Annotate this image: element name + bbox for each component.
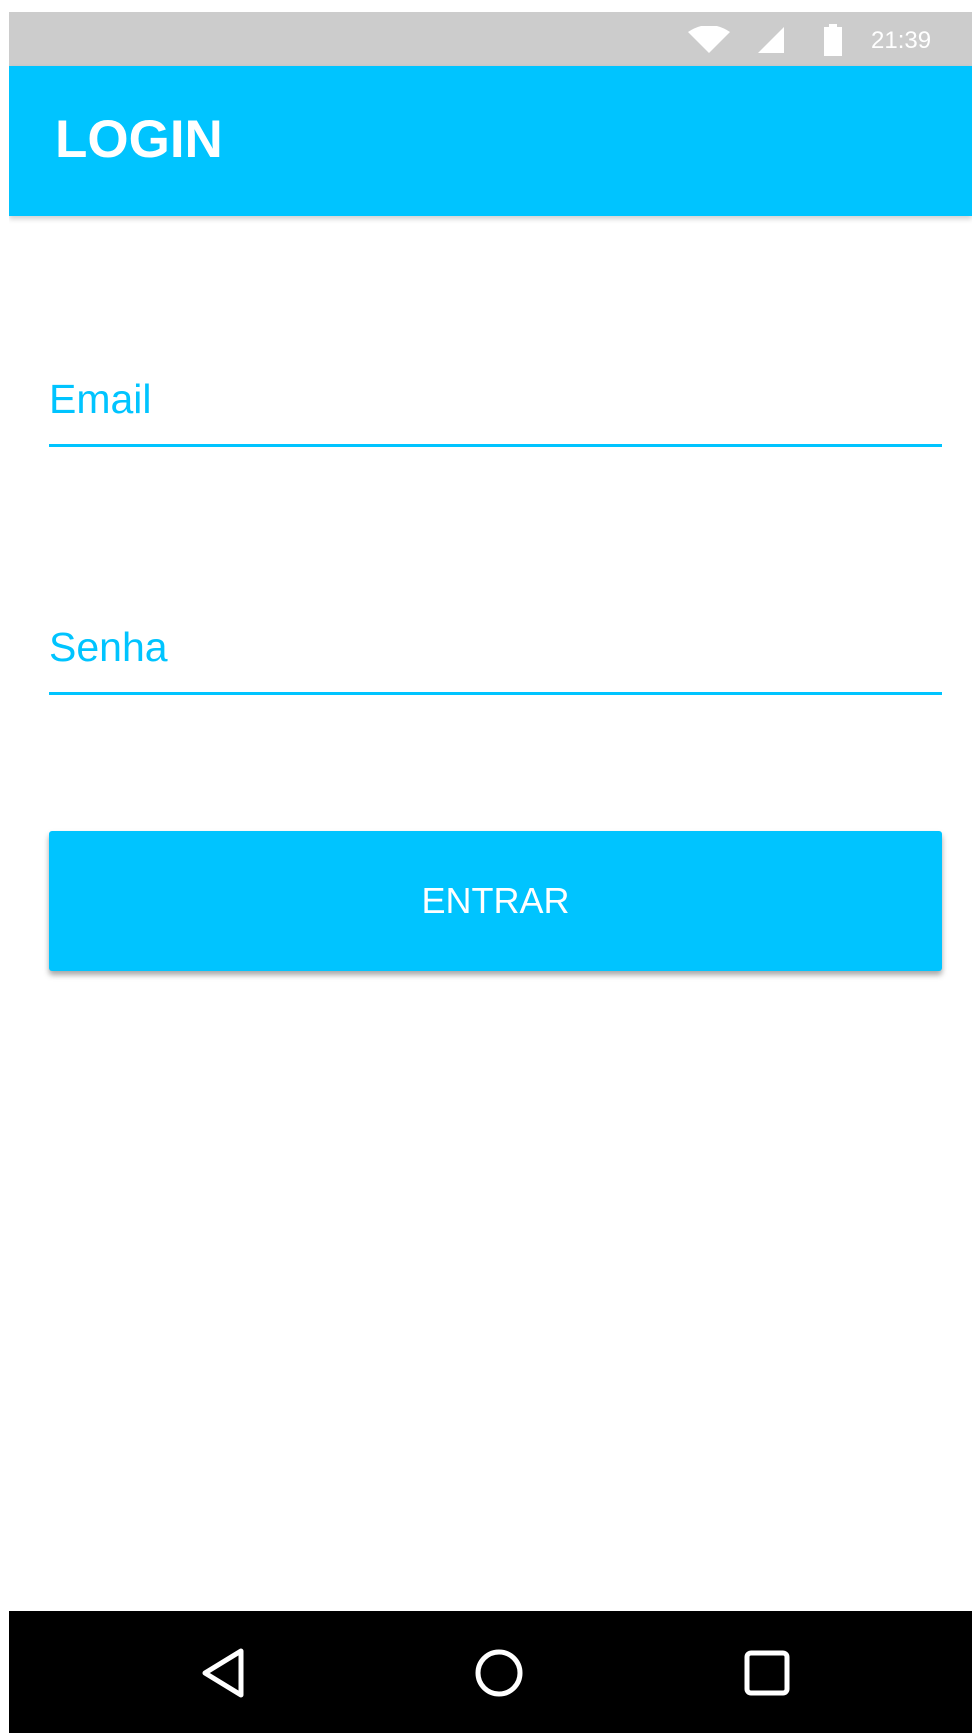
password-underline bbox=[49, 692, 942, 695]
home-icon[interactable] bbox=[467, 1641, 531, 1705]
email-placeholder: Email bbox=[49, 376, 152, 422]
login-button[interactable]: ENTRAR bbox=[49, 831, 942, 971]
recent-apps-icon[interactable] bbox=[735, 1641, 799, 1705]
password-placeholder: Senha bbox=[49, 624, 168, 670]
wifi-icon bbox=[688, 26, 730, 53]
login-screen: 21:39 LOGIN Email Senha ENTRAR bbox=[9, 12, 972, 1733]
status-bar: 21:39 bbox=[9, 12, 972, 66]
email-field[interactable]: Email bbox=[49, 374, 942, 448]
email-underline bbox=[49, 444, 942, 447]
back-icon[interactable] bbox=[193, 1641, 257, 1705]
status-clock: 21:39 bbox=[871, 27, 932, 54]
signal-icon bbox=[758, 27, 784, 53]
page-title: LOGIN bbox=[55, 110, 223, 169]
app-bar: LOGIN bbox=[9, 66, 972, 216]
battery-icon bbox=[824, 24, 842, 56]
navigation-bar bbox=[9, 1611, 972, 1733]
password-field[interactable]: Senha bbox=[49, 622, 942, 696]
